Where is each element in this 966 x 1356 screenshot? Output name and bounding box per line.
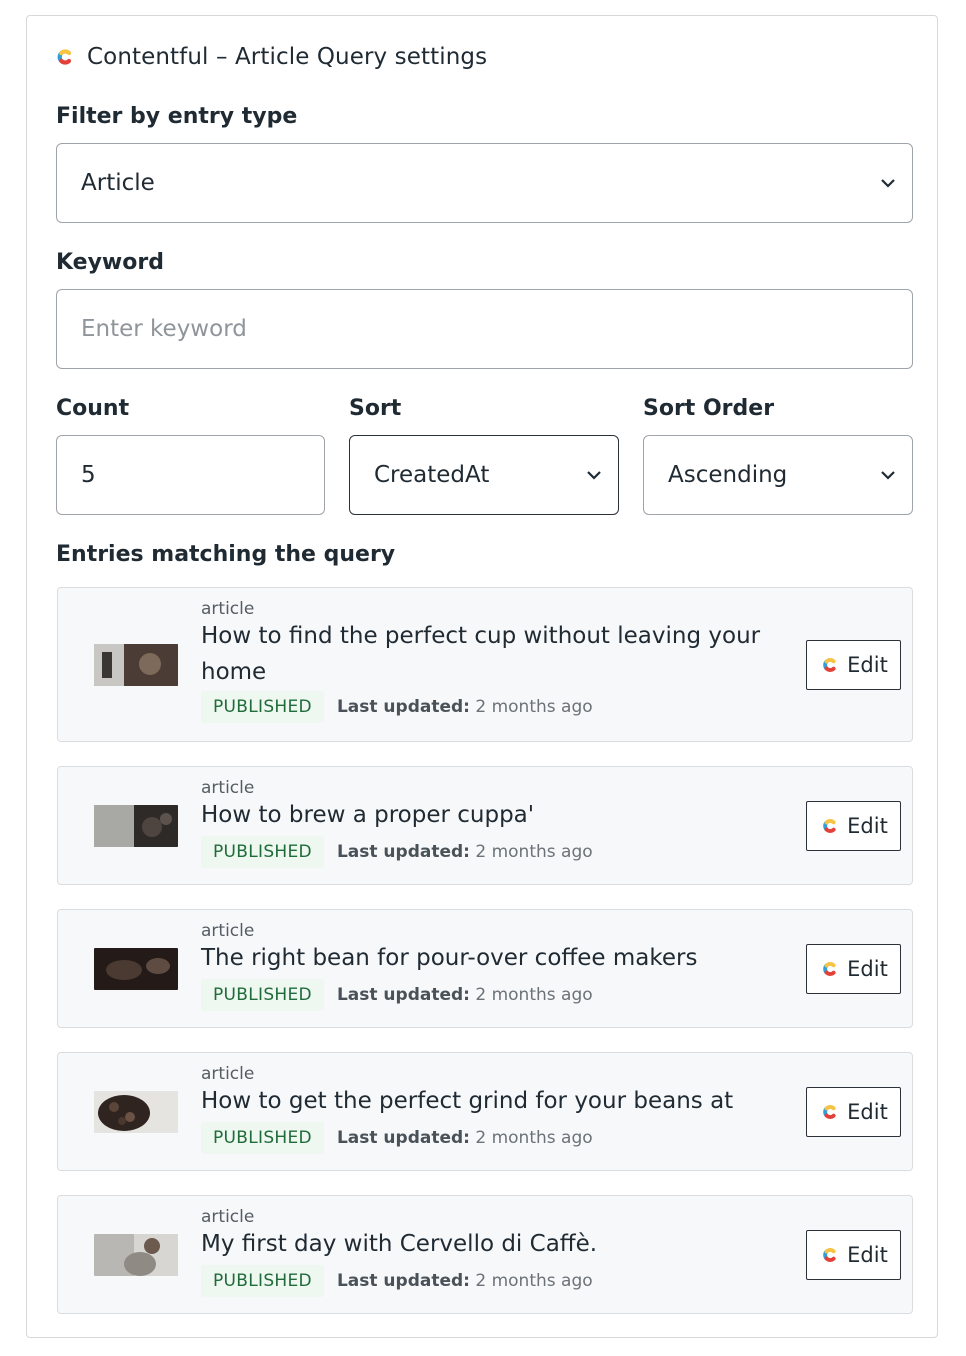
last-updated: Last updated: 2 months ago bbox=[337, 697, 593, 717]
entry-meta: PUBLISHED Last updated: 2 months ago bbox=[201, 1122, 593, 1154]
count-value: 5 bbox=[81, 462, 96, 488]
entry-title: How to brew a proper cuppa' bbox=[201, 802, 535, 828]
contentful-logo-icon bbox=[823, 658, 836, 672]
entry-meta: PUBLISHED Last updated: 2 months ago bbox=[201, 836, 593, 868]
contentful-logo-icon bbox=[823, 819, 836, 833]
filter-label: Filter by entry type bbox=[56, 104, 298, 129]
sort-order-select[interactable]: Ascending bbox=[643, 435, 913, 515]
status-badge: PUBLISHED bbox=[201, 836, 324, 868]
entry-title: How to find the perfect cup without leav… bbox=[201, 623, 761, 685]
status-badge: PUBLISHED bbox=[201, 691, 324, 723]
entry-type-select[interactable]: Article bbox=[56, 143, 913, 223]
keyword-input[interactable]: Enter keyword bbox=[56, 289, 913, 369]
count-input[interactable]: 5 bbox=[56, 435, 325, 515]
edit-label: Edit bbox=[847, 1243, 888, 1267]
content-type: article bbox=[201, 599, 255, 619]
entry-thumbnail bbox=[94, 644, 178, 686]
count-label: Count bbox=[56, 396, 130, 421]
list-item: article My first day with Cervello di Ca… bbox=[57, 1195, 913, 1314]
last-updated-label: Last updated: bbox=[336, 985, 470, 1005]
last-updated-label: Last updated: bbox=[336, 1128, 470, 1148]
contentful-logo-icon bbox=[823, 1105, 836, 1119]
page-title: Contentful – Article Query settings bbox=[87, 44, 488, 70]
content-type: article bbox=[201, 1064, 255, 1084]
edit-button[interactable]: Edit bbox=[806, 944, 901, 994]
last-updated-value: 2 months ago bbox=[475, 842, 593, 862]
entry-thumbnail bbox=[94, 1091, 178, 1133]
edit-label: Edit bbox=[847, 653, 888, 677]
last-updated: Last updated: 2 months ago bbox=[337, 842, 593, 862]
sort-select[interactable]: CreatedAt bbox=[349, 435, 619, 515]
contentful-logo-icon bbox=[57, 49, 72, 65]
chevron-down-icon bbox=[881, 179, 895, 188]
last-updated-value: 2 months ago bbox=[475, 985, 593, 1005]
entry-thumbnail bbox=[94, 1234, 178, 1276]
keyword-label: Keyword bbox=[56, 250, 164, 275]
content-type: article bbox=[201, 1207, 255, 1227]
entry-meta: PUBLISHED Last updated: 2 months ago bbox=[201, 1265, 593, 1297]
chevron-down-icon bbox=[881, 471, 895, 480]
last-updated: Last updated: 2 months ago bbox=[337, 985, 593, 1005]
edit-label: Edit bbox=[847, 1100, 888, 1124]
entry-thumbnail bbox=[94, 948, 178, 990]
edit-button[interactable]: Edit bbox=[806, 801, 901, 851]
edit-button[interactable]: Edit bbox=[806, 640, 901, 690]
last-updated-label: Last updated: bbox=[336, 842, 470, 862]
panel-header: Contentful – Article Query settings bbox=[53, 44, 487, 70]
sort-order-label: Sort Order bbox=[643, 396, 775, 421]
sort-label: Sort bbox=[349, 396, 402, 421]
list-item: article How to get the perfect grind for… bbox=[57, 1052, 913, 1171]
edit-label: Edit bbox=[847, 957, 888, 981]
entry-thumbnail bbox=[94, 805, 178, 847]
entry-type-value: Article bbox=[81, 170, 155, 196]
last-updated-value: 2 months ago bbox=[475, 1271, 593, 1291]
content-type: article bbox=[201, 921, 255, 941]
content-type: article bbox=[201, 778, 255, 798]
status-badge: PUBLISHED bbox=[201, 1265, 324, 1297]
list-item: article How to find the perfect cup with… bbox=[57, 587, 913, 742]
contentful-logo-icon bbox=[823, 1248, 836, 1262]
entries-heading: Entries matching the query bbox=[56, 542, 396, 567]
list-item: article How to brew a proper cuppa' PUBL… bbox=[57, 766, 913, 885]
status-badge: PUBLISHED bbox=[201, 979, 324, 1011]
entry-meta: PUBLISHED Last updated: 2 months ago bbox=[201, 691, 593, 723]
last-updated-value: 2 months ago bbox=[475, 697, 593, 717]
last-updated: Last updated: 2 months ago bbox=[337, 1271, 593, 1291]
last-updated-label: Last updated: bbox=[336, 697, 470, 717]
sort-value: CreatedAt bbox=[374, 462, 490, 488]
entry-title: My first day with Cervello di Caffè. bbox=[201, 1231, 598, 1257]
edit-button[interactable]: Edit bbox=[806, 1230, 901, 1280]
last-updated-label: Last updated: bbox=[336, 1271, 470, 1291]
sort-order-value: Ascending bbox=[668, 462, 788, 488]
keyword-placeholder: Enter keyword bbox=[81, 316, 247, 342]
last-updated: Last updated: 2 months ago bbox=[337, 1128, 593, 1148]
chevron-down-icon bbox=[587, 471, 601, 480]
list-item: article The right bean for pour-over cof… bbox=[57, 909, 913, 1028]
article-query-settings-panel: Contentful – Article Query settings Filt… bbox=[26, 15, 938, 1338]
entry-title: The right bean for pour-over coffee make… bbox=[201, 945, 698, 971]
entry-meta: PUBLISHED Last updated: 2 months ago bbox=[201, 979, 593, 1011]
contentful-logo-icon bbox=[823, 962, 836, 976]
status-badge: PUBLISHED bbox=[201, 1122, 324, 1154]
last-updated-value: 2 months ago bbox=[475, 1128, 593, 1148]
edit-label: Edit bbox=[847, 814, 888, 838]
edit-button[interactable]: Edit bbox=[806, 1087, 901, 1137]
